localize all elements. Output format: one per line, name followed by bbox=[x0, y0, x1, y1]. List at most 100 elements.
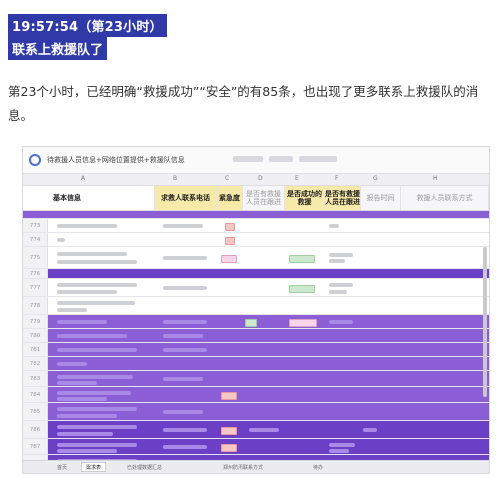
sheet-document-title: 待救援人员信息+网络位置提供+救援队信息 bbox=[47, 156, 185, 164]
cell-text bbox=[163, 445, 207, 449]
column-letter: E bbox=[295, 175, 299, 182]
titlebar-toolbar bbox=[233, 156, 343, 162]
row-number: 781 bbox=[23, 343, 48, 356]
cell-text bbox=[163, 256, 207, 260]
cell-text bbox=[57, 432, 113, 436]
row-number: 774 bbox=[23, 233, 48, 246]
cell-text bbox=[57, 407, 137, 411]
row-number: 784 bbox=[23, 387, 48, 402]
cell-text bbox=[57, 397, 107, 401]
cell-text bbox=[57, 238, 65, 242]
cell-text bbox=[363, 428, 377, 432]
status-tag bbox=[289, 285, 315, 293]
row-number: 778 bbox=[23, 297, 48, 314]
table-row[interactable]: 782 bbox=[23, 357, 489, 371]
column-letter: D bbox=[258, 175, 263, 182]
urgency-tag bbox=[225, 223, 235, 231]
spreadsheet-screenshot: 待救援人员信息+网络位置提供+救援队信息 A B C D E F G H 基本信… bbox=[22, 146, 490, 474]
table-row[interactable]: 779 bbox=[23, 315, 489, 329]
table-row[interactable]: 776 bbox=[23, 269, 489, 279]
column-letter: G bbox=[373, 175, 378, 182]
column-letter: H bbox=[433, 175, 438, 182]
cell-text bbox=[329, 320, 353, 324]
table-row[interactable]: 787 bbox=[23, 439, 489, 455]
table-row[interactable]: 778 bbox=[23, 297, 489, 315]
sheet-tab-contacts[interactable]: 郑州防汛联系方式 bbox=[219, 463, 267, 471]
status-tag bbox=[289, 319, 317, 327]
cell-text bbox=[57, 391, 131, 395]
sheet-tab-processed[interactable]: 已处理数据汇总 bbox=[123, 463, 166, 471]
cell-text bbox=[249, 428, 279, 432]
headline-highlight: 联系上救援队了 bbox=[8, 37, 108, 60]
table-row[interactable]: 774 bbox=[23, 233, 489, 247]
table-row[interactable]: 784 bbox=[23, 387, 489, 403]
cell-text bbox=[163, 334, 203, 338]
table-row[interactable]: 783 bbox=[23, 371, 489, 387]
urgency-tag bbox=[225, 237, 235, 245]
table-row[interactable]: 785 bbox=[23, 403, 489, 421]
row-number: 782 bbox=[23, 357, 48, 370]
cell-text bbox=[163, 286, 207, 290]
cell-text bbox=[57, 301, 135, 305]
cell-text bbox=[329, 253, 353, 257]
table-row[interactable]: 786 bbox=[23, 421, 489, 439]
app-logo-icon bbox=[29, 154, 41, 166]
header-phone: 求救人联系电话 bbox=[155, 186, 217, 210]
table-row[interactable]: 773 bbox=[23, 219, 489, 233]
timestamp-highlight: 19:57:54（第23小时） bbox=[8, 14, 167, 37]
table-row[interactable]: 780 bbox=[23, 329, 489, 343]
header-rescuer-contact: 救援人员联系方式 bbox=[401, 186, 489, 210]
cell-text bbox=[57, 308, 87, 312]
sheet-tab-home[interactable]: 首页 bbox=[53, 463, 71, 471]
column-letter: B bbox=[173, 175, 178, 182]
table-row[interactable]: 775 bbox=[23, 247, 489, 269]
status-tag bbox=[289, 255, 315, 263]
header-report-time: 报告时间 bbox=[361, 186, 401, 210]
sheet-tab-needs[interactable]: 需求表 bbox=[81, 462, 107, 472]
cell-text bbox=[163, 320, 207, 324]
cell-text bbox=[57, 290, 117, 294]
cell-text bbox=[329, 443, 355, 447]
cell-text bbox=[57, 449, 117, 453]
table-row[interactable] bbox=[23, 211, 489, 219]
cell-text bbox=[329, 259, 345, 263]
cell-text bbox=[57, 252, 127, 256]
sheet-header-row: 基本信息 求救人联系电话 紧急度 是否有救援人员在跟进 是否成功的救援 是否有救… bbox=[23, 186, 489, 211]
table-row[interactable]: 777 bbox=[23, 279, 489, 297]
header-followup: 是否有救援人员在跟进 bbox=[243, 186, 285, 210]
row-number: 786 bbox=[23, 421, 48, 438]
row-number: 776 bbox=[23, 269, 48, 278]
cell-text bbox=[57, 375, 133, 379]
vertical-scrollbar[interactable] bbox=[483, 247, 487, 397]
cell-text bbox=[329, 290, 347, 294]
row-number: 780 bbox=[23, 329, 48, 342]
header-basic-info: 基本信息 bbox=[47, 186, 155, 210]
body-paragraph: 第23个小时，已经明确“救援成功”“安全”的有85条，也出现了更多联系上救援队的… bbox=[8, 80, 494, 128]
row-number: 785 bbox=[23, 403, 48, 420]
cell-text bbox=[163, 224, 203, 228]
cell-text bbox=[57, 320, 107, 324]
row-number: 777 bbox=[23, 279, 48, 296]
sheet-titlebar: 待救援人员信息+网络位置提供+救援队信息 bbox=[23, 147, 489, 174]
sheet-tab-todo[interactable]: 待办 bbox=[309, 463, 327, 471]
column-letter: A bbox=[81, 175, 86, 182]
table-row[interactable]: 781 bbox=[23, 343, 489, 357]
row-number: 783 bbox=[23, 371, 48, 386]
cell-text bbox=[329, 224, 339, 228]
cell-text bbox=[57, 348, 137, 352]
paragraph-line-2: 息。 bbox=[8, 108, 34, 123]
cell-text bbox=[57, 283, 137, 287]
cell-text bbox=[57, 425, 137, 429]
urgency-tag bbox=[221, 392, 237, 400]
row-number: 773 bbox=[23, 219, 48, 232]
cell-text bbox=[163, 348, 207, 352]
cell-text bbox=[57, 414, 117, 418]
cell-text bbox=[163, 410, 203, 414]
cell-text bbox=[57, 224, 117, 228]
column-letter-bar: A B C D E F G H bbox=[23, 174, 489, 186]
cell-text bbox=[329, 283, 353, 287]
paragraph-line-1: 第23个小时，已经明确“救援成功”“安全”的有85条，也出现了更多联系上救援队的… bbox=[8, 84, 479, 99]
urgency-tag bbox=[221, 255, 237, 263]
row-number: 787 bbox=[23, 439, 48, 454]
cell-text bbox=[163, 428, 207, 432]
